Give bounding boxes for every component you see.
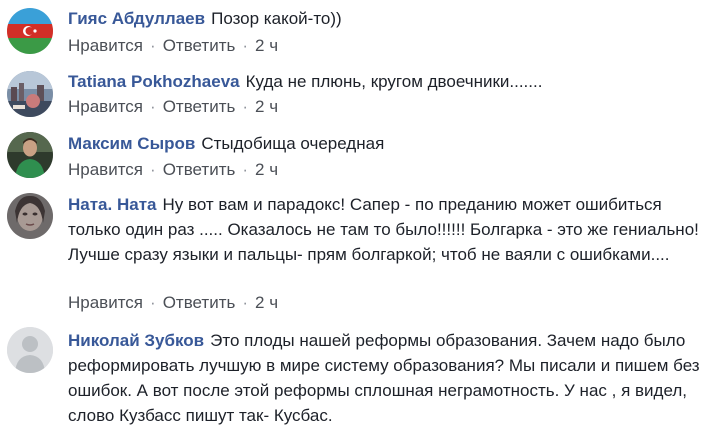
comment-timestamp[interactable]: 2 ч (255, 160, 278, 179)
person-photo-icon (7, 132, 53, 178)
like-link[interactable]: Нравится (68, 293, 143, 312)
comment-author[interactable]: Tatiana Pokhozhaeva (68, 72, 240, 91)
separator: · (242, 36, 249, 55)
comment-author[interactable]: Ната. Ната (68, 195, 156, 214)
city-photo-icon (7, 71, 53, 117)
comment-text: Позор какой-то)) (211, 9, 342, 28)
comment-author[interactable]: Гияс Абдуллаев (68, 9, 205, 28)
separator: · (242, 293, 249, 312)
comment-actions: Нравится · Ответить · 2 ч (68, 36, 278, 56)
reply-link[interactable]: Ответить (163, 97, 236, 116)
avatar[interactable] (7, 132, 53, 178)
comment-body: Николай Зубков Это плоды нашей реформы об… (68, 328, 708, 428)
reply-link[interactable]: Ответить (163, 36, 236, 55)
comment-body: Максим Сыров Стыдобища очередная (68, 131, 708, 156)
separator: · (242, 97, 249, 116)
comment-body: Tatiana Pokhozhaeva Куда не плюнь, кругом… (68, 69, 708, 94)
comment-actions: Нравится · Ответить · 2 ч (68, 97, 278, 117)
avatar[interactable] (7, 193, 53, 239)
separator: · (242, 160, 249, 179)
comment-timestamp[interactable]: 2 ч (255, 36, 278, 55)
avatar[interactable] (7, 71, 53, 117)
like-link[interactable]: Нравится (68, 97, 143, 116)
like-link[interactable]: Нравится (68, 36, 143, 55)
comment-body: Ната. Ната Ну вот вам и парадокс! Сапер -… (68, 192, 708, 267)
portrait-photo-icon (7, 193, 53, 239)
azerbaijan-flag-icon (7, 8, 53, 54)
comment-timestamp[interactable]: 2 ч (255, 293, 278, 312)
comment-author[interactable]: Николай Зубков (68, 331, 204, 350)
comment-text: Стыдобища очередная (201, 134, 385, 153)
separator: · (150, 293, 156, 312)
comment-text: Куда не плюнь, кругом двоечники....... (245, 72, 543, 91)
separator: · (150, 160, 156, 179)
comment-text: Ну вот вам и парадокс! Сапер - по предан… (68, 195, 699, 264)
avatar[interactable] (7, 327, 53, 373)
separator: · (150, 36, 156, 55)
default-user-icon (7, 327, 53, 373)
like-link[interactable]: Нравится (68, 160, 143, 179)
reply-link[interactable]: Ответить (163, 160, 236, 179)
comment-actions: Нравится · Ответить · 2 ч (68, 160, 278, 180)
avatar[interactable] (7, 8, 53, 54)
comment-actions: Нравится · Ответить · 2 ч (68, 293, 278, 313)
comment-timestamp[interactable]: 2 ч (255, 97, 278, 116)
comment-author[interactable]: Максим Сыров (68, 134, 195, 153)
separator: · (150, 97, 156, 116)
comment-body: Гияс Абдуллаев Позор какой-то)) (68, 6, 708, 31)
reply-link[interactable]: Ответить (163, 293, 236, 312)
